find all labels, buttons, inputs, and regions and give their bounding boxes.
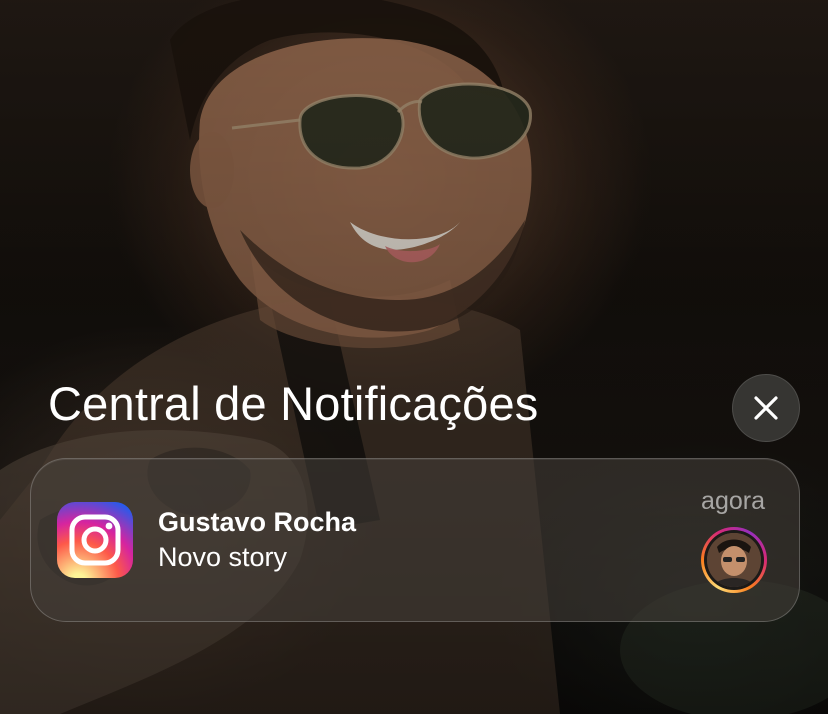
lock-screen: Central de Notificações Gustavo Rocha No… bbox=[0, 0, 828, 714]
notification-card[interactable]: Gustavo Rocha Novo story agora bbox=[30, 458, 800, 622]
avatar bbox=[707, 533, 761, 587]
notification-message: Novo story bbox=[158, 542, 288, 572]
instagram-icon bbox=[57, 502, 133, 578]
notification-timestamp: agora bbox=[701, 487, 765, 515]
close-button[interactable] bbox=[732, 374, 800, 442]
avatar-ring-gap bbox=[704, 530, 764, 590]
story-avatar bbox=[701, 527, 767, 593]
close-icon bbox=[754, 396, 778, 420]
notification-center-title: Central de Notificações bbox=[48, 377, 539, 430]
notification-sender: Gustavo Rocha bbox=[158, 507, 357, 537]
